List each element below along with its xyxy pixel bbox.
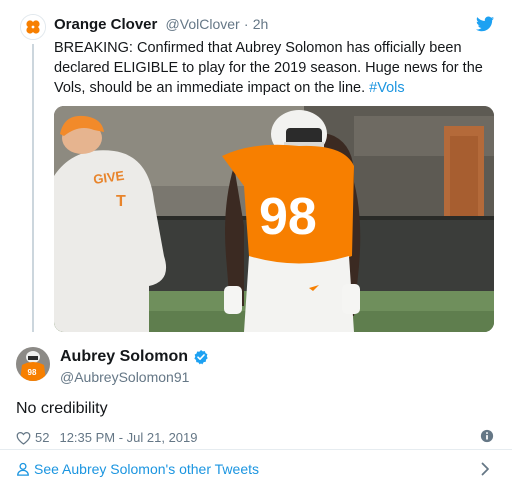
- info-icon[interactable]: [480, 429, 494, 443]
- clover-icon: [21, 15, 45, 39]
- quoted-tweet-text: BREAKING: Confirmed that Aubrey Solomon …: [54, 38, 494, 98]
- heart-icon[interactable]: [16, 431, 31, 445]
- tweet-meta: 52 12:35 PM - Jul 21, 2019: [16, 430, 198, 445]
- twitter-bird-icon[interactable]: [476, 16, 494, 32]
- chevron-right-icon[interactable]: [481, 462, 490, 476]
- thread-line: [32, 44, 34, 332]
- author-avatar[interactable]: 98: [16, 347, 50, 381]
- quoted-tweet-time[interactable]: 2h: [253, 16, 269, 32]
- verified-badge-icon: [194, 350, 208, 365]
- like-count[interactable]: 52: [35, 430, 49, 445]
- tweet-photo[interactable]: GIVE T 98: [54, 106, 494, 332]
- author-handle[interactable]: @AubreySolomon91: [60, 369, 189, 385]
- tweet-text: No credibility: [16, 400, 108, 417]
- quoted-author-avatar[interactable]: [20, 14, 46, 40]
- header-separator: ·: [243, 16, 249, 32]
- author-name-row[interactable]: Aubrey Solomon: [60, 348, 209, 366]
- see-more-label[interactable]: See Aubrey Solomon's other Tweets: [34, 461, 259, 477]
- quoted-tweet-body: BREAKING: Confirmed that Aubrey Solomon …: [54, 40, 483, 96]
- football-practice-photo: GIVE T 98: [54, 106, 494, 332]
- hashtag-link[interactable]: #Vols: [369, 80, 404, 96]
- player-avatar-image: 98: [16, 347, 50, 381]
- author-name[interactable]: Aubrey Solomon: [60, 348, 188, 366]
- hoodie-logo: T: [116, 193, 126, 210]
- quoted-tweet-header: Orange Clover @VolClover · 2h: [54, 16, 268, 33]
- tweet-timestamp[interactable]: 12:35 PM - Jul 21, 2019: [59, 430, 197, 445]
- person-icon: [17, 462, 29, 476]
- see-more-tweets-link[interactable]: See Aubrey Solomon's other Tweets: [0, 450, 512, 485]
- quoted-author-name[interactable]: Orange Clover: [54, 16, 157, 33]
- quoted-tweet[interactable]: Orange Clover @VolClover · 2h BREAKING: …: [0, 0, 512, 338]
- quoted-author-handle[interactable]: @VolClover: [166, 16, 240, 32]
- avatar-jersey-number: 98: [28, 368, 37, 377]
- jersey-number: 98: [259, 188, 317, 246]
